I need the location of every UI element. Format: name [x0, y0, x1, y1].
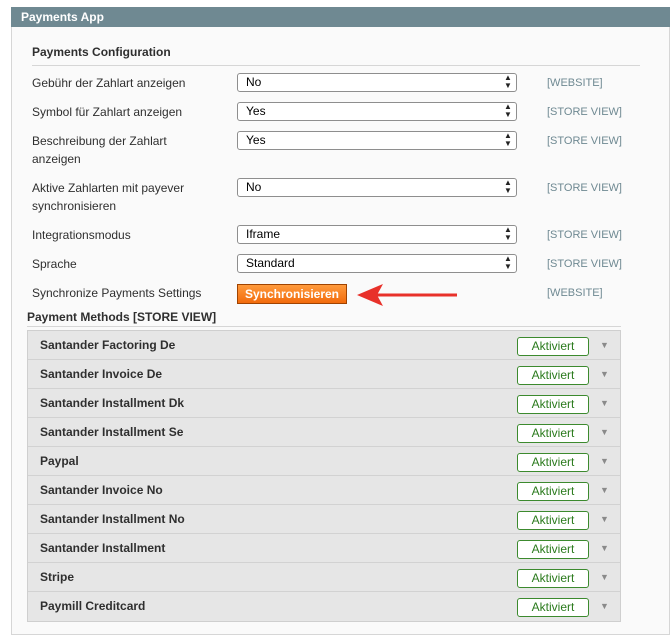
select-value: Standard: [246, 256, 295, 270]
payment-method-name: Santander Invoice De: [40, 367, 163, 381]
payments-configuration-title: Payments Configuration: [32, 45, 640, 66]
label-sync-settings: Synchronize Payments Settings: [32, 286, 202, 300]
status-badge: Aktiviert: [517, 424, 589, 443]
payment-method-row[interactable]: Santander Installment No Aktiviert ▼: [28, 505, 620, 534]
arrow-left-icon: [357, 284, 457, 306]
status-badge: Aktiviert: [517, 337, 589, 356]
synchronize-button[interactable]: Synchronisieren: [237, 284, 347, 304]
payment-method-row[interactable]: Paymill Creditcard Aktiviert ▼: [28, 592, 620, 621]
payment-method-row[interactable]: Santander Factoring De Aktiviert ▼: [28, 331, 620, 360]
select-show-icon[interactable]: Yes ▲ ▼: [237, 102, 517, 121]
status-badge: Aktiviert: [517, 453, 589, 472]
status-badge: Aktiviert: [517, 511, 589, 530]
status-badge: Aktiviert: [517, 395, 589, 414]
select-language[interactable]: Standard ▲ ▼: [237, 254, 517, 273]
caret-down-icon[interactable]: ▼: [600, 543, 609, 553]
payment-method-name: Santander Installment Dk: [40, 396, 185, 410]
chevron-updown-icon: ▲ ▼: [504, 254, 512, 271]
payment-method-row[interactable]: Paypal Aktiviert ▼: [28, 447, 620, 476]
section-title: Payments App: [21, 10, 104, 24]
select-value: Yes: [246, 133, 266, 147]
caret-down-icon[interactable]: ▼: [600, 456, 609, 466]
payment-method-row[interactable]: Santander Invoice De Aktiviert ▼: [28, 360, 620, 389]
select-value: Iframe: [246, 227, 281, 241]
payment-method-name: Paymill Creditcard: [40, 599, 146, 613]
scope-language: [STORE VIEW]: [547, 258, 622, 270]
status-badge: Aktiviert: [517, 366, 589, 385]
scope-sync-settings: [WEBSITE]: [547, 287, 603, 299]
payment-method-name: Paypal: [40, 454, 79, 468]
payment-method-name: Santander Invoice No: [40, 483, 163, 497]
status-badge: Aktiviert: [517, 482, 589, 501]
label-sync-active: Aktive Zahlarten mit payever synchronisi…: [32, 181, 185, 213]
label-show-description: Beschreibung der Zahlart anzeigen: [32, 134, 167, 166]
scope-show-fee: [WEBSITE]: [547, 77, 603, 89]
status-badge: Aktiviert: [517, 598, 589, 617]
select-show-description[interactable]: Yes ▲ ▼: [237, 131, 517, 150]
payment-methods-list: Santander Factoring De Aktiviert ▼ Santa…: [27, 330, 621, 622]
chevron-updown-icon: ▲ ▼: [504, 225, 512, 242]
scope-integration-mode: [STORE VIEW]: [547, 229, 622, 241]
status-badge: Aktiviert: [517, 540, 589, 559]
payment-method-name: Santander Factoring De: [40, 338, 176, 352]
payment-method-name: Santander Installment: [40, 541, 166, 555]
status-badge: Aktiviert: [517, 569, 589, 588]
caret-down-icon[interactable]: ▼: [600, 572, 609, 582]
caret-down-icon[interactable]: ▼: [600, 369, 609, 379]
chevron-updown-icon: ▲ ▼: [504, 131, 512, 148]
select-value: No: [246, 75, 262, 89]
label-integration-mode: Integrationsmodus: [32, 228, 131, 242]
payment-method-row[interactable]: Santander Installment Se Aktiviert ▼: [28, 418, 620, 447]
label-language: Sprache: [32, 257, 77, 271]
chevron-updown-icon: ▲ ▼: [504, 102, 512, 119]
payment-method-row[interactable]: Santander Installment Dk Aktiviert ▼: [28, 389, 620, 418]
section-header[interactable]: Payments App: [11, 7, 670, 27]
caret-down-icon[interactable]: ▼: [600, 427, 609, 437]
caret-down-icon[interactable]: ▼: [600, 340, 609, 350]
payment-method-name: Santander Installment Se: [40, 425, 184, 439]
caret-down-icon[interactable]: ▼: [600, 398, 609, 408]
select-integration-mode[interactable]: Iframe ▲ ▼: [237, 225, 517, 244]
payment-method-row[interactable]: Santander Installment Aktiviert ▼: [28, 534, 620, 563]
payment-method-name: Stripe: [40, 570, 75, 584]
select-sync-active[interactable]: No ▲ ▼: [237, 178, 517, 197]
payment-method-row[interactable]: Santander Invoice No Aktiviert ▼: [28, 476, 620, 505]
caret-down-icon[interactable]: ▼: [600, 514, 609, 524]
select-value: Yes: [246, 104, 266, 118]
payment-methods-title: Payment Methods [STORE VIEW]: [27, 310, 217, 324]
chevron-updown-icon: ▲ ▼: [504, 178, 512, 195]
payment-method-row[interactable]: Stripe Aktiviert ▼: [28, 563, 620, 592]
select-show-fee[interactable]: No ▲ ▼: [237, 73, 517, 92]
caret-down-icon[interactable]: ▼: [600, 485, 609, 495]
payment-method-name: Santander Installment No: [40, 512, 185, 526]
label-show-fee: Gebühr der Zahlart anzeigen: [32, 76, 186, 90]
scope-show-description: [STORE VIEW]: [547, 135, 622, 147]
caret-down-icon[interactable]: ▼: [600, 601, 609, 611]
scope-sync-active: [STORE VIEW]: [547, 182, 622, 194]
select-value: No: [246, 180, 262, 194]
label-show-icon: Symbol für Zahlart anzeigen: [32, 105, 183, 119]
divider: [27, 326, 621, 327]
scope-show-icon: [STORE VIEW]: [547, 106, 622, 118]
chevron-updown-icon: ▲ ▼: [504, 73, 512, 90]
